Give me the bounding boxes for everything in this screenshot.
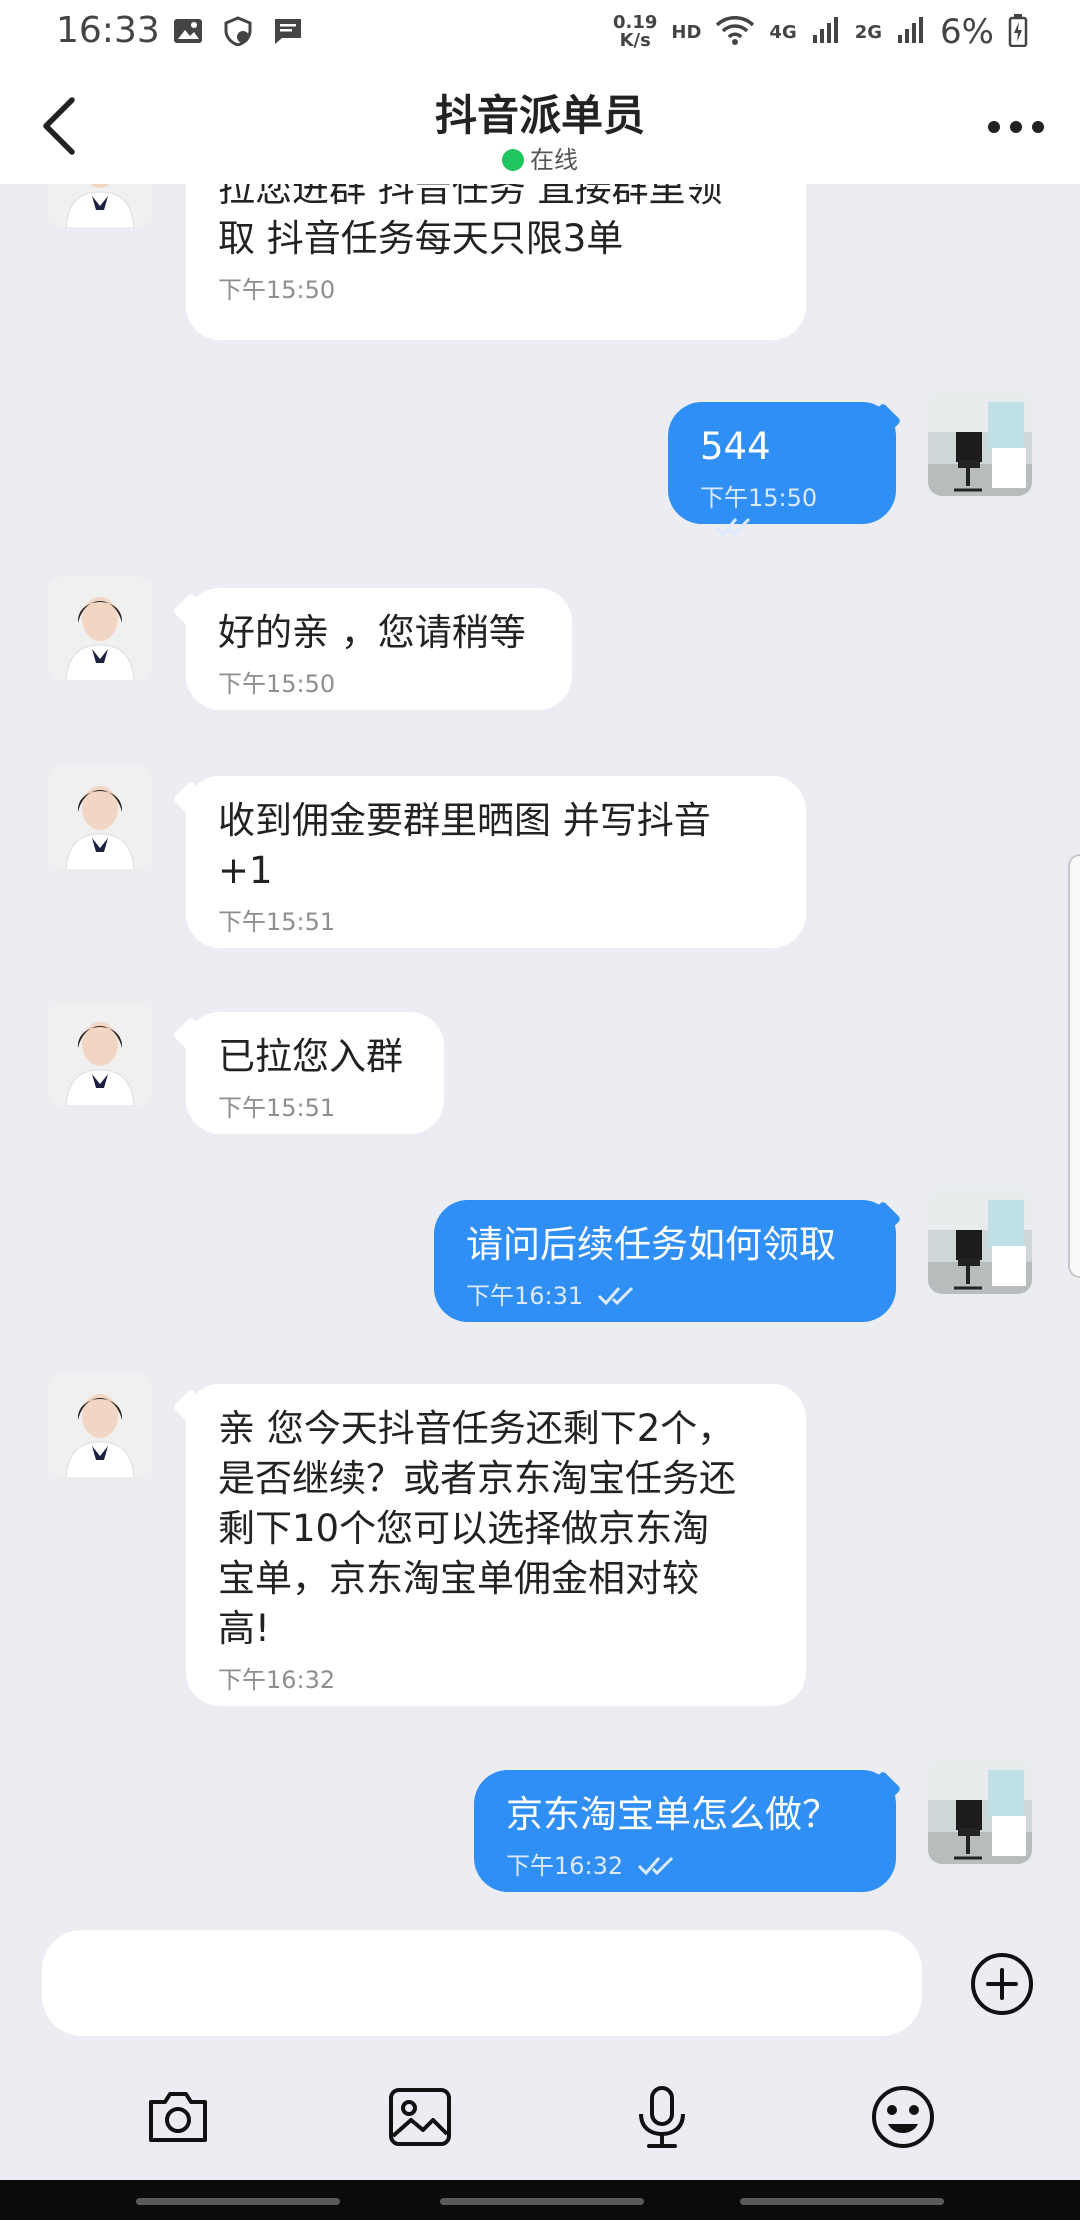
agent-avatar[interactable]: [48, 577, 152, 681]
microphone-icon: [639, 2086, 685, 2148]
message-time: 下午16:32: [506, 1852, 624, 1880]
user-avatar[interactable]: [928, 1760, 1032, 1864]
message-bubble-incoming[interactable]: 拉您进群 抖音任务 直接群里领 取 抖音任务每天只限3单 下午15:50: [186, 184, 806, 340]
agent-avatar[interactable]: [48, 1374, 152, 1478]
double-check-icon: [638, 1856, 674, 1876]
wifi-icon: [715, 14, 755, 50]
emoji-icon: [872, 2086, 934, 2148]
message-text-line: 高!: [218, 1607, 270, 1650]
image-icon: [172, 16, 204, 46]
system-nav-bar: [0, 2180, 1080, 2220]
message-time: 下午15:50: [218, 670, 336, 698]
message-text-line: 京东淘宝单怎么做？: [506, 1793, 839, 1836]
agent-avatar[interactable]: [48, 184, 152, 228]
more-dots-icon: [988, 121, 1044, 133]
message-text-line: 剩下10个您可以选择做京东淘: [218, 1507, 710, 1550]
message-time: 下午15:50: [218, 276, 336, 304]
message-time: 下午15:50: [700, 484, 818, 512]
message-time: 下午15:51: [218, 908, 336, 936]
agent-avatar[interactable]: [48, 1002, 152, 1106]
scrollbar-handle[interactable]: [1068, 854, 1080, 1278]
status-bar: 16:33 0.19 K/s HD 4G 2G 6%: [0, 0, 1080, 68]
online-dot-icon: [502, 149, 524, 171]
user-avatar[interactable]: [928, 392, 1032, 496]
nav-pill-center[interactable]: [440, 2198, 644, 2205]
message-bubble-outgoing[interactable]: 京东淘宝单怎么做？ 下午16:32: [474, 1770, 896, 1892]
message-bubble-incoming[interactable]: 收到佣金要群里晒图 并写抖音 +1 下午15:51: [186, 776, 806, 948]
message-text-line: 取 抖音任务每天只限3单: [218, 217, 624, 260]
message-text-line: 宝单，京东淘宝单佣金相对较: [218, 1557, 699, 1600]
nav-pill-right[interactable]: [740, 2198, 944, 2205]
gallery-button[interactable]: [385, 2082, 455, 2152]
signal-2-icon: [896, 15, 926, 49]
media-toolbar: [0, 2070, 1080, 2170]
message-bubble-incoming[interactable]: 好的亲 ，您请稍等 下午15:50: [186, 588, 572, 710]
nav-pill-left[interactable]: [136, 2198, 340, 2205]
compose-bar: [0, 1924, 1080, 2036]
page-title: 抖音派单员: [434, 91, 645, 140]
message-text-line: 已拉您入群: [218, 1035, 403, 1078]
shield-icon: [222, 16, 254, 47]
message-text-line: +1: [218, 849, 273, 892]
message-text-line: 是否继续？或者京东淘宝任务还: [218, 1457, 736, 1500]
message-time: 下午15:51: [218, 1094, 336, 1122]
online-status: 在线: [0, 140, 1080, 175]
message-bubble-incoming[interactable]: 已拉您入群 下午15:51: [186, 1012, 444, 1134]
status-time: 16:33: [56, 10, 160, 51]
user-avatar[interactable]: [928, 1190, 1032, 1294]
double-check-icon: [714, 517, 751, 537]
message-text-line: 好的亲 ，您请稍等: [218, 611, 526, 654]
network-2g: 2G: [854, 21, 883, 43]
message-text-line: 亲 您今天抖音任务还剩下2个，: [218, 1407, 735, 1450]
voice-button[interactable]: [627, 2082, 697, 2152]
agent-avatar[interactable]: [48, 766, 152, 870]
message-list[interactable]: 拉您进群 抖音任务 直接群里领 取 抖音任务每天只限3单 下午15:50 544…: [0, 184, 1080, 1924]
double-check-icon: [598, 1286, 634, 1306]
message-text-line: 收到佣金要群里晒图 并写抖音: [218, 799, 711, 842]
battery-level: 6%: [940, 12, 994, 52]
online-status-label: 在线: [530, 146, 578, 174]
plus-circle-icon: [971, 1953, 1033, 2015]
message-bubble-outgoing[interactable]: 544 下午15:50: [668, 402, 896, 537]
message-bubble-outgoing[interactable]: 请问后续任务如何领取 下午16:31: [434, 1200, 896, 1322]
network-4g: 4G: [769, 21, 797, 43]
chat-header: 抖音派单员 在线: [0, 68, 1080, 184]
signal-icon: [811, 15, 841, 49]
camera-button[interactable]: [143, 2082, 213, 2152]
hd-indicator: HD: [671, 21, 702, 43]
message-input[interactable]: [42, 1930, 922, 2036]
battery-icon: [1008, 13, 1028, 51]
message-time: 下午16:32: [218, 1666, 336, 1694]
message-text-line: 请问后续任务如何领取: [466, 1223, 836, 1266]
message-text-line: 544: [700, 425, 771, 468]
more-options-button[interactable]: [986, 112, 1046, 142]
gallery-icon: [389, 2088, 451, 2146]
emoji-button[interactable]: [868, 2082, 938, 2152]
net-speed-unit: K/s: [619, 30, 651, 51]
attach-button[interactable]: [970, 1952, 1034, 2016]
message-icon: [272, 16, 304, 46]
camera-icon: [149, 2092, 207, 2142]
message-time: 下午16:31: [466, 1282, 584, 1310]
message-text-line: 拉您进群 抖音任务 直接群里领: [218, 184, 723, 210]
message-bubble-incoming[interactable]: 亲 您今天抖音任务还剩下2个， 是否继续？或者京东淘宝任务还 剩下10个您可以选…: [186, 1384, 806, 1706]
